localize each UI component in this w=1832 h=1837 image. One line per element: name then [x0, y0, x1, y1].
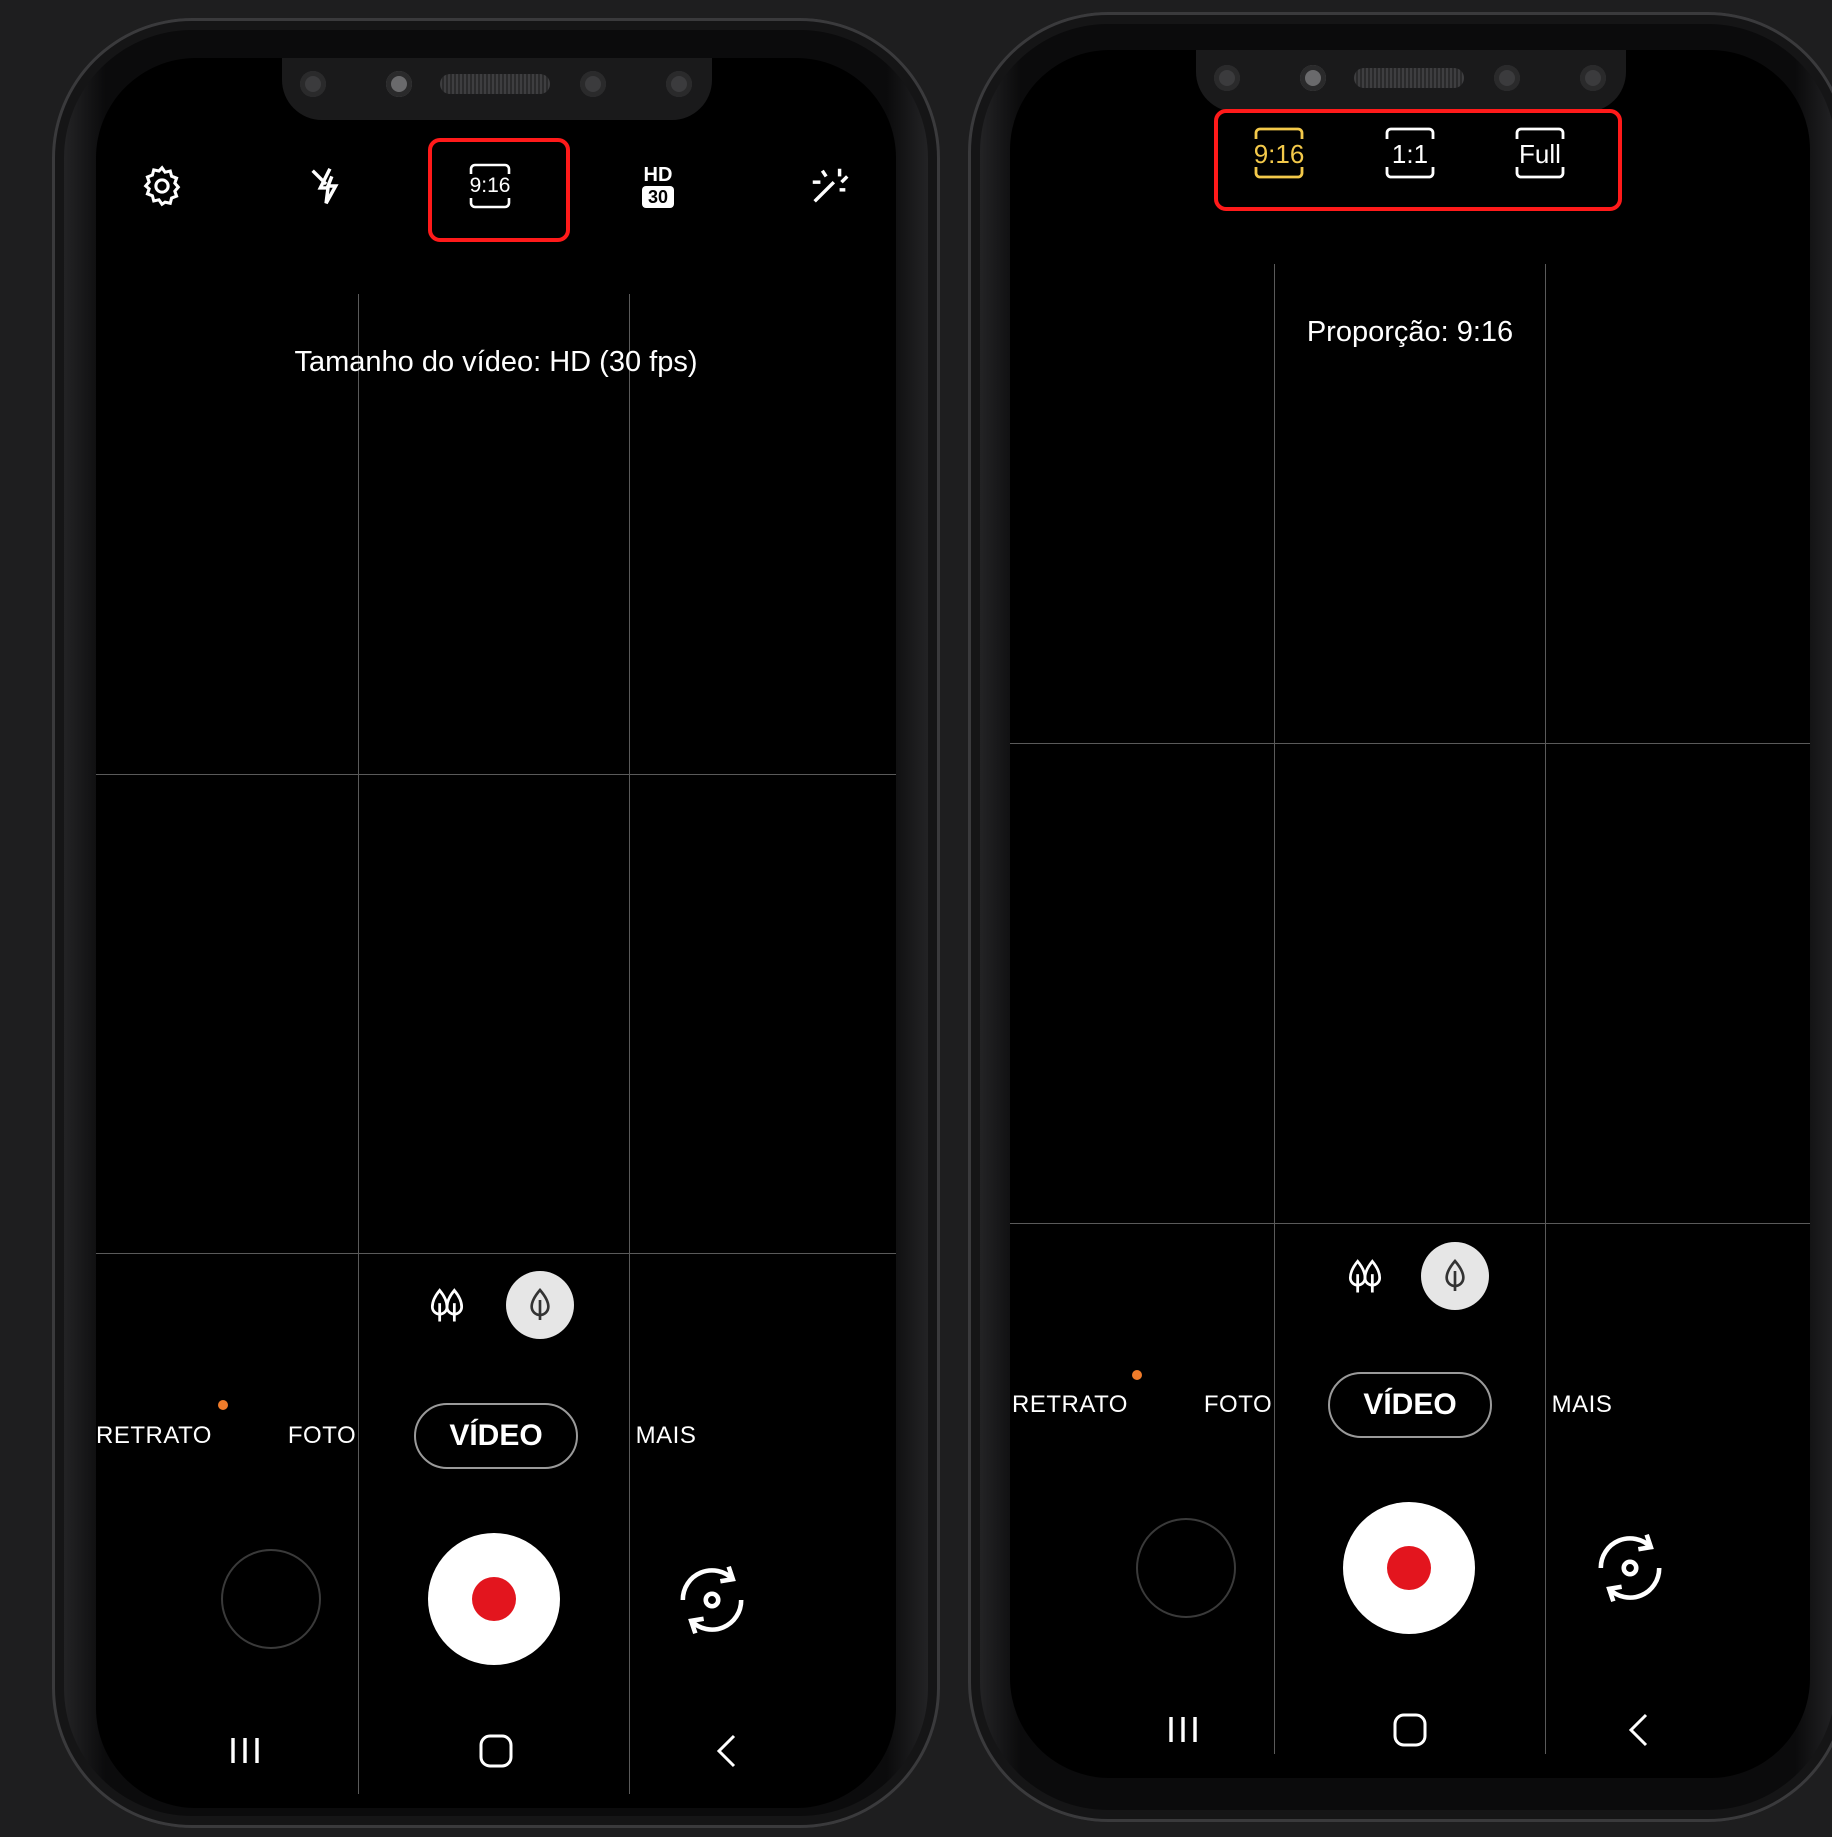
- grid-line: [358, 294, 359, 1794]
- front-camera-icon: [1214, 65, 1240, 91]
- sensor-icon: [1580, 65, 1606, 91]
- nav-home-button[interactable]: [466, 1726, 526, 1776]
- switch-camera-icon: [1598, 1533, 1662, 1603]
- quality-top-label: HD: [643, 164, 673, 186]
- grid-line: [96, 774, 896, 775]
- mode-foto[interactable]: FOTO: [1204, 1391, 1272, 1419]
- switch-camera-button[interactable]: [662, 1550, 762, 1650]
- right-phone-screen: 9:16 1:1 Full Proporção: 9:16 RETRATO FO…: [1010, 50, 1810, 1778]
- back-icon: [1628, 1713, 1648, 1747]
- nav-home-button[interactable]: [1380, 1705, 1440, 1755]
- speaker-grille: [440, 74, 550, 94]
- mode-foto[interactable]: FOTO: [288, 1422, 356, 1450]
- sensor-icon: [386, 71, 412, 97]
- home-icon: [1393, 1713, 1427, 1747]
- mode-mais[interactable]: MAIS: [636, 1422, 697, 1450]
- record-button[interactable]: [428, 1533, 560, 1665]
- flash-button[interactable]: [300, 158, 356, 214]
- grid-line: [96, 1253, 896, 1254]
- back-icon: [716, 1734, 736, 1768]
- zoom-normal-button[interactable]: [1421, 1242, 1489, 1310]
- zoom-normal-button[interactable]: [506, 1271, 574, 1339]
- left-phone-screen: 9:16 HD 30 Tamanho do vídeo: HD (30 fps)…: [96, 58, 896, 1808]
- video-size-toast: Tamanho do vídeo: HD (30 fps): [294, 346, 698, 378]
- highlight-box: [428, 138, 570, 242]
- settings-button[interactable]: [136, 160, 188, 212]
- mode-new-dot: [218, 1400, 228, 1410]
- grid-line: [1010, 1223, 1810, 1224]
- gallery-thumbnail[interactable]: [221, 1549, 321, 1649]
- ratio-toast: Proporção: 9:16: [1306, 316, 1514, 348]
- front-camera-icon: [1494, 65, 1520, 91]
- speaker-grille: [1354, 68, 1464, 88]
- mode-retrato[interactable]: RETRATO: [1012, 1391, 1128, 1419]
- trees-icon: [1348, 1259, 1382, 1293]
- nav-back-button[interactable]: [1608, 1705, 1668, 1755]
- flash-off-icon: [311, 167, 339, 205]
- grid-line: [629, 294, 630, 1794]
- nav-back-button[interactable]: [696, 1726, 756, 1776]
- zoom-wide-button[interactable]: [422, 1280, 472, 1330]
- front-camera-icon: [300, 71, 326, 97]
- home-icon: [479, 1734, 513, 1768]
- gear-icon: [143, 165, 181, 207]
- record-dot: [472, 1577, 516, 1621]
- switch-camera-icon: [680, 1565, 744, 1635]
- mode-video[interactable]: VÍDEO: [1328, 1372, 1492, 1438]
- highlight-box: [1214, 109, 1622, 211]
- mode-new-dot: [1132, 1370, 1142, 1380]
- trees-icon: [430, 1288, 464, 1322]
- record-dot: [1387, 1546, 1431, 1590]
- nav-recent-button[interactable]: III: [1154, 1705, 1214, 1755]
- quality-fps-badge: 30: [641, 186, 675, 208]
- sparkle-icon: [812, 168, 849, 203]
- video-quality-button[interactable]: HD 30: [630, 156, 686, 216]
- recent-apps-icon: III: [1165, 1709, 1202, 1750]
- grid-line: [1010, 743, 1810, 744]
- recent-apps-icon: III: [227, 1730, 264, 1771]
- tree-icon: [1445, 1258, 1465, 1291]
- grid-line: [1274, 264, 1275, 1754]
- switch-camera-button[interactable]: [1580, 1518, 1680, 1618]
- zoom-wide-button[interactable]: [1340, 1251, 1390, 1301]
- sensor-icon: [1300, 65, 1326, 91]
- mode-mais[interactable]: MAIS: [1552, 1391, 1613, 1419]
- front-camera-icon: [580, 71, 606, 97]
- tree-icon: [530, 1287, 550, 1320]
- record-button[interactable]: [1343, 1502, 1475, 1634]
- mode-retrato[interactable]: RETRATO: [96, 1422, 212, 1450]
- gallery-thumbnail[interactable]: [1136, 1518, 1236, 1618]
- grid-line: [1545, 264, 1546, 1754]
- nav-recent-button[interactable]: III: [216, 1726, 276, 1776]
- effects-button[interactable]: [802, 158, 858, 214]
- mode-video[interactable]: VÍDEO: [414, 1403, 578, 1469]
- sensor-icon: [666, 71, 692, 97]
